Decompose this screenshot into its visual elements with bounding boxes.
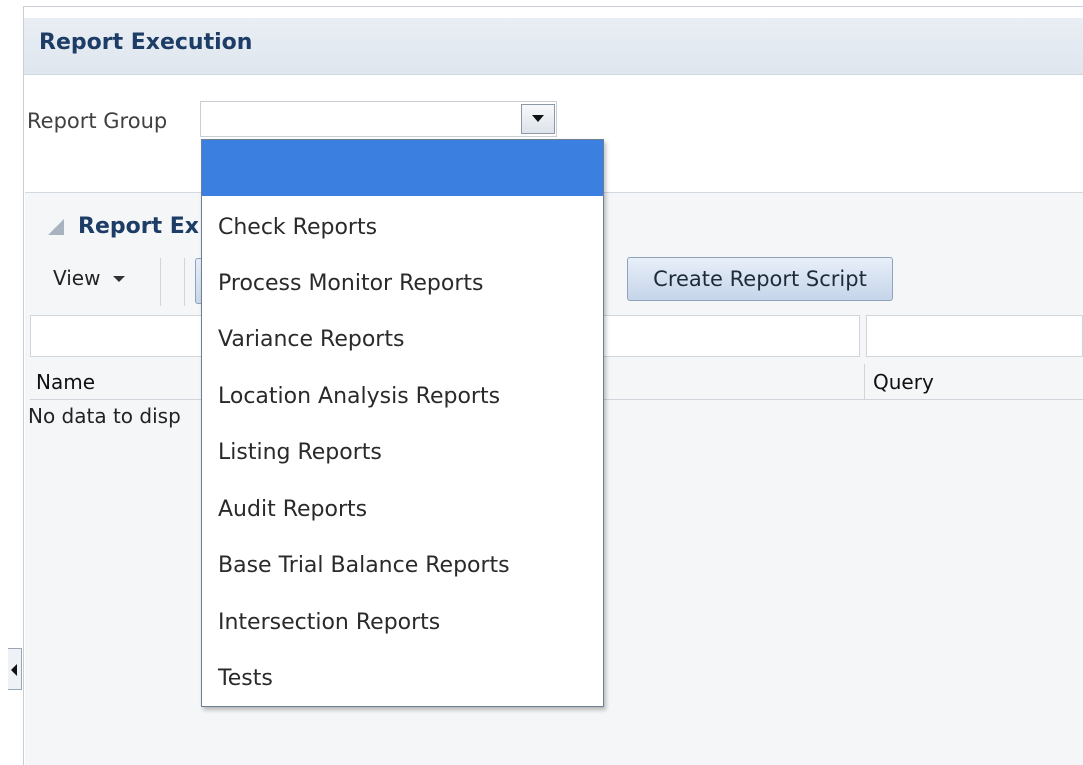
dropdown-option[interactable]: Check Reports — [202, 200, 603, 256]
page-header: Report Execution — [24, 18, 1083, 75]
dropdown-option[interactable]: Base Trial Balance Reports — [202, 538, 603, 594]
side-collapse-handle[interactable] — [8, 648, 22, 690]
empty-table-message: No data to disp — [28, 404, 181, 428]
create-report-script-button[interactable]: Create Report Script — [627, 257, 893, 301]
caret-down-icon — [112, 275, 125, 282]
dropdown-option[interactable]: Audit Reports — [202, 482, 603, 538]
dropdown-option-blank[interactable] — [202, 140, 603, 196]
panel-title: Report Ex — [78, 214, 199, 239]
dropdown-option[interactable]: Variance Reports — [202, 312, 603, 368]
collapse-triangle-icon[interactable] — [44, 217, 66, 237]
query-filter-input[interactable] — [866, 315, 1083, 357]
toolbar-divider — [160, 258, 161, 306]
triangle-left-icon — [11, 664, 17, 676]
report-group-dropdown-list[interactable]: Check Reports Process Monitor Reports Va… — [201, 139, 604, 707]
view-menu-label: View — [53, 266, 101, 290]
report-group-label: Report Group — [27, 109, 168, 133]
toolbar-divider — [184, 258, 185, 306]
dropdown-option[interactable]: Process Monitor Reports — [202, 256, 603, 312]
column-header-query[interactable]: Query — [864, 364, 1083, 400]
triangle-down-icon — [532, 115, 544, 122]
select-dropdown-button[interactable] — [521, 104, 555, 134]
dropdown-option[interactable]: Intersection Reports — [202, 595, 603, 651]
dropdown-option[interactable]: Location Analysis Reports — [202, 369, 603, 425]
dropdown-option[interactable]: Listing Reports — [202, 425, 603, 481]
view-menu[interactable]: View — [53, 266, 125, 290]
dropdown-option[interactable]: Tests — [202, 651, 603, 707]
report-group-select[interactable] — [200, 101, 557, 137]
panel-header[interactable]: Report Ex — [44, 214, 199, 239]
page-title: Report Execution — [39, 30, 253, 55]
